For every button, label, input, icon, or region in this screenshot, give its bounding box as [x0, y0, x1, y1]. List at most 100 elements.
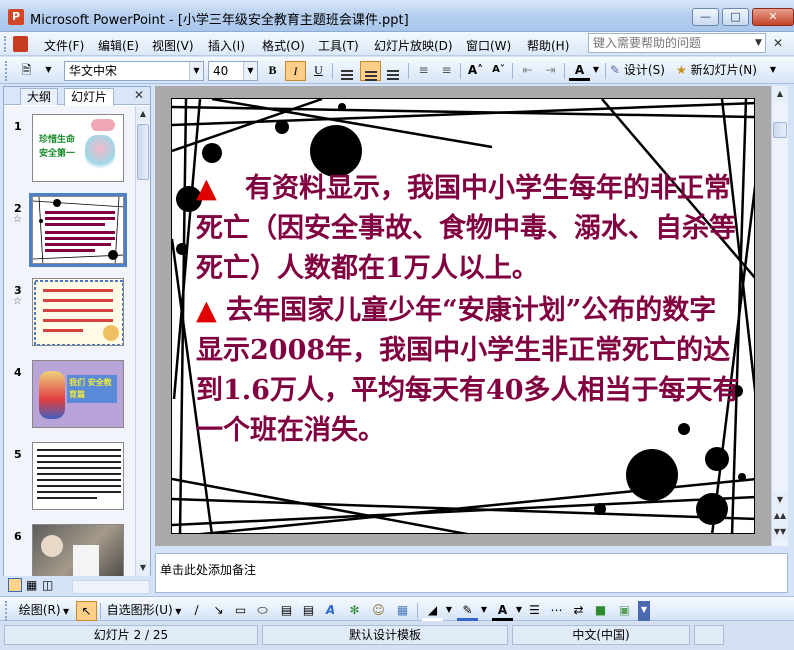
- picture-icon[interactable]: ▦: [392, 601, 413, 621]
- slide-thumbnail-4[interactable]: 我们 安全教育篇: [32, 360, 124, 428]
- toolbar-grip[interactable]: [5, 601, 11, 621]
- tab-outline[interactable]: 大纲: [20, 88, 59, 105]
- next-slide-icon[interactable]: ▼▼: [772, 524, 788, 540]
- menu-file[interactable]: 文件(F): [44, 37, 84, 54]
- slide-thumbnail-6[interactable]: [32, 524, 124, 576]
- draw-menu-button[interactable]: 绘图(R) ▼: [16, 601, 72, 621]
- slide-thumbnail-2[interactable]: [29, 193, 127, 267]
- design-icon: ✎: [610, 63, 621, 77]
- document-close-icon[interactable]: ✕: [773, 36, 783, 50]
- arrow-style-icon[interactable]: ⇄: [568, 601, 589, 621]
- minimize-button[interactable]: —: [692, 8, 719, 26]
- previous-slide-icon[interactable]: ▲▲: [772, 508, 788, 524]
- line-style-icon[interactable]: ☰: [524, 601, 545, 621]
- new-slide-button[interactable]: ★ 新幻灯片(N): [676, 61, 762, 81]
- help-search-input[interactable]: 键入需要帮助的问题: [588, 33, 766, 53]
- slide-thumbnail-list: 1 珍惜生命 安全第一 2 ☆ 3 ☆ 4 我们 安全教育篇 5 6: [4, 106, 135, 576]
- close-button[interactable]: ✕: [752, 8, 794, 26]
- font-name-value: 华文中宋: [69, 64, 118, 78]
- clipart-icon[interactable]: ☺: [368, 601, 389, 621]
- design-button[interactable]: ✎ 设计(S): [610, 61, 672, 81]
- shadow-style-icon[interactable]: ■: [590, 601, 611, 621]
- chevron-down-icon[interactable]: ▼: [751, 33, 766, 53]
- maximize-icon: □: [730, 10, 741, 23]
- textbox-tool-icon[interactable]: ▤: [276, 601, 297, 621]
- autoshapes-menu-button[interactable]: 自选图形(U) ▼: [104, 601, 184, 621]
- font-size-combo[interactable]: 40 ▼: [208, 61, 258, 81]
- grow-font-button[interactable]: A˄: [465, 61, 486, 81]
- menu-format[interactable]: 格式(O): [262, 37, 305, 54]
- rectangle-tool-icon[interactable]: ▭: [230, 601, 251, 621]
- thumbnails-horizontal-scrollbar[interactable]: [72, 580, 150, 594]
- slides-panel-scrollbar[interactable]: ▲ ▼: [135, 106, 150, 576]
- numbered-list-icon[interactable]: ≡: [413, 61, 434, 81]
- menu-window[interactable]: 窗口(W): [466, 37, 511, 54]
- decrease-indent-icon[interactable]: ⇤: [517, 61, 538, 81]
- scroll-down-icon[interactable]: ▼: [772, 492, 788, 508]
- fill-color-icon[interactable]: ◢: [422, 601, 443, 621]
- normal-view-icon[interactable]: [8, 578, 22, 592]
- new-document-icon[interactable]: 🗎: [16, 61, 37, 81]
- notes-pane[interactable]: 单击此处添加备注: [155, 553, 788, 593]
- slide-thumbnail-1[interactable]: 珍惜生命 安全第一: [32, 114, 124, 182]
- tab-slides[interactable]: 幻灯片: [64, 88, 115, 106]
- toolbar-grip[interactable]: [5, 61, 11, 81]
- slide-thumbnail-3[interactable]: [32, 278, 124, 346]
- increase-indent-icon[interactable]: ⇥: [540, 61, 561, 81]
- chevron-down-icon[interactable]: ▼: [443, 601, 455, 621]
- line-tool-icon[interactable]: ∕: [186, 601, 207, 621]
- menu-slideshow[interactable]: 幻灯片放映(D): [374, 37, 453, 54]
- slide-sorter-view-icon[interactable]: ▦: [26, 578, 37, 592]
- font-color-button[interactable]: A: [569, 61, 590, 81]
- chevron-down-icon[interactable]: ▼: [590, 61, 602, 81]
- bold-button[interactable]: B: [262, 61, 283, 81]
- oval-tool-icon[interactable]: ⬭: [252, 601, 273, 621]
- italic-button[interactable]: I: [285, 61, 306, 81]
- scroll-up-icon[interactable]: ▲: [772, 86, 788, 102]
- slides-panel: 大纲 幻灯片 ✕ 1 珍惜生命 安全第一 2 ☆ 3 ☆ 4 我们 安全教育篇 …: [3, 86, 151, 576]
- menu-tools[interactable]: 工具(T): [318, 37, 359, 54]
- align-right-button[interactable]: [383, 61, 404, 81]
- maximize-button[interactable]: □: [722, 8, 749, 26]
- current-slide[interactable]: ▲ 有资料显示，我国中小学生每年的非正常死亡（因安全事故、食物中毒、溺水、自杀等…: [171, 98, 755, 534]
- 3d-style-icon[interactable]: ▣: [614, 601, 635, 621]
- document-icon[interactable]: [13, 36, 28, 52]
- toolbar-options-icon[interactable]: ▼: [638, 601, 650, 621]
- scrollbar-thumb[interactable]: [773, 122, 787, 138]
- arrow-tool-icon[interactable]: ↘: [208, 601, 229, 621]
- slide-body-text[interactable]: ▲ 有资料显示，我国中小学生每年的非正常死亡（因安全事故、食物中毒、溺水、自杀等…: [196, 169, 741, 453]
- menu-edit[interactable]: 编辑(E): [98, 37, 139, 54]
- shrink-font-button[interactable]: A˅: [488, 61, 509, 81]
- align-center-button[interactable]: [360, 61, 381, 81]
- scrollbar-thumb[interactable]: [137, 124, 149, 180]
- scroll-up-icon[interactable]: ▲: [136, 106, 150, 122]
- chevron-down-icon[interactable]: ▼: [243, 62, 257, 80]
- chevron-down-icon[interactable]: ▼: [189, 62, 203, 80]
- bullet-triangle-icon: ▲: [196, 295, 217, 326]
- scroll-down-icon[interactable]: ▼: [136, 560, 150, 576]
- bulleted-list-icon[interactable]: ≡: [436, 61, 457, 81]
- close-icon[interactable]: ✕: [134, 88, 144, 102]
- dash-style-icon[interactable]: ⋯: [546, 601, 567, 621]
- underline-button[interactable]: U: [308, 61, 329, 81]
- toolbar-options-icon[interactable]: ▼: [38, 61, 59, 81]
- line-color-icon[interactable]: ✎: [457, 601, 478, 621]
- slideshow-view-icon[interactable]: ◫: [42, 578, 53, 592]
- font-color-icon[interactable]: A: [492, 601, 513, 621]
- align-left-button[interactable]: [337, 61, 358, 81]
- menu-help[interactable]: 帮助(H): [527, 37, 569, 54]
- chevron-down-icon[interactable]: ▼: [478, 601, 490, 621]
- title-bar: P Microsoft PowerPoint - [小学三年级安全教育主题班会课…: [0, 0, 794, 32]
- powerpoint-app-icon[interactable]: P: [8, 9, 24, 25]
- toolbar-options-icon[interactable]: ▼: [766, 61, 780, 81]
- slide-thumbnail-5[interactable]: [32, 442, 124, 510]
- toolbar-grip[interactable]: [4, 36, 8, 52]
- diagram-icon[interactable]: ✻: [344, 601, 365, 621]
- wordart-icon[interactable]: A: [320, 601, 341, 621]
- select-objects-icon[interactable]: ↖: [76, 601, 97, 621]
- font-name-combo[interactable]: 华文中宋 ▼: [64, 61, 204, 81]
- main-vertical-scrollbar[interactable]: ▲ ▼ ▲▲ ▼▼: [771, 86, 788, 546]
- vertical-textbox-icon[interactable]: ▤: [298, 601, 319, 621]
- menu-insert[interactable]: 插入(I): [208, 37, 245, 54]
- menu-view[interactable]: 视图(V): [152, 37, 194, 54]
